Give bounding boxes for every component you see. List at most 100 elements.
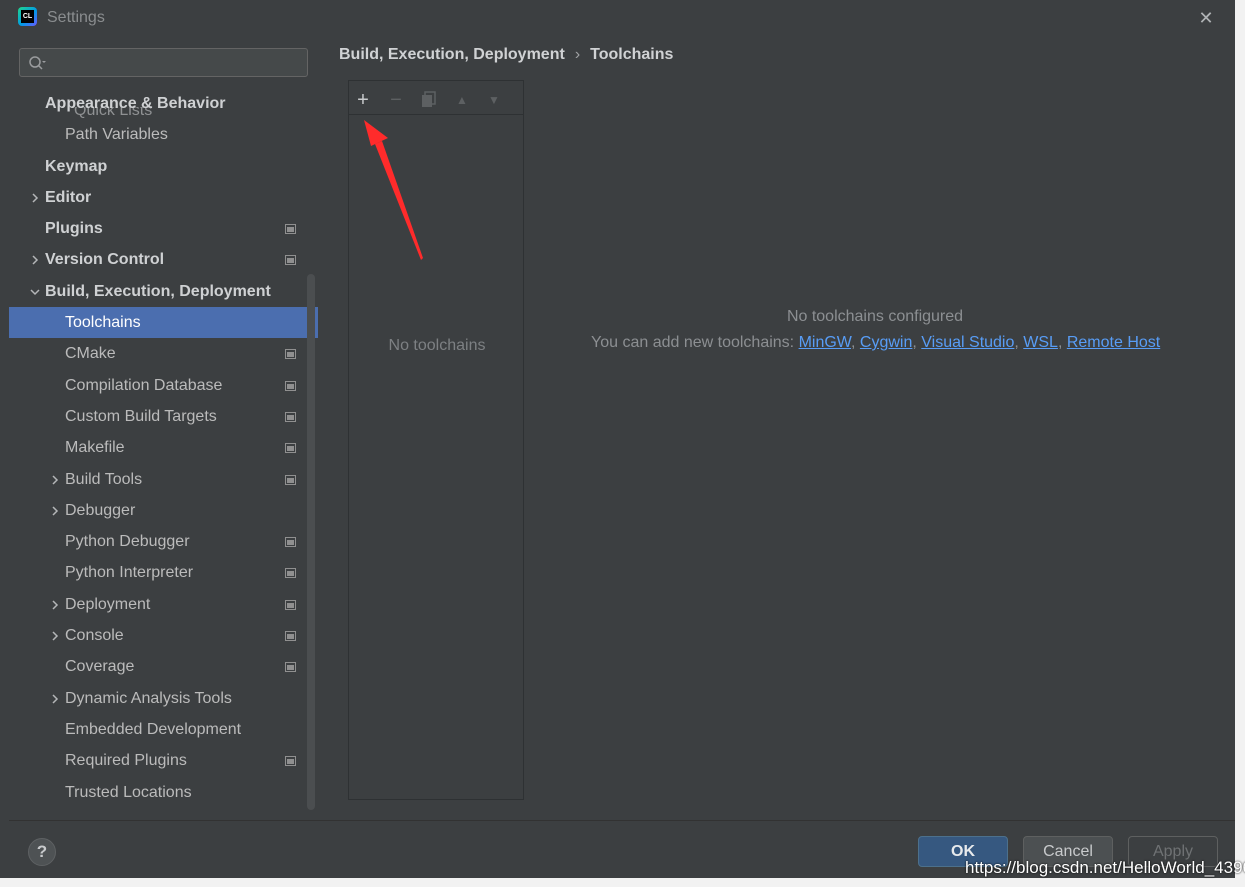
sidebar-item-label: Path Variables — [65, 126, 168, 144]
sidebar-item-plugins[interactable]: Plugins — [9, 213, 318, 244]
sidebar-item-coverage[interactable]: Coverage — [9, 651, 318, 682]
breadcrumb-current: Toolchains — [590, 46, 674, 63]
empty-state-hint: You can add new toolchains: MinGW, Cygwi… — [591, 334, 1160, 352]
project-level-icon — [285, 537, 296, 548]
search-input[interactable] — [54, 53, 299, 73]
project-level-icon — [285, 756, 296, 767]
link-visual-studio[interactable]: Visual Studio — [921, 334, 1014, 351]
window-title: Settings — [47, 9, 105, 26]
project-level-icon — [285, 443, 296, 454]
sidebar-item-console[interactable]: Console — [9, 620, 318, 651]
link-wsl[interactable]: WSL — [1023, 334, 1058, 351]
sidebar-item-required-plugins[interactable]: Required Plugins — [9, 745, 318, 776]
sidebar-item-label: Build Tools — [65, 470, 143, 488]
empty-state-title: No toolchains configured — [786, 308, 964, 325]
project-level-icon — [285, 662, 296, 673]
sidebar-item-label: Appearance & Behavior — [45, 95, 226, 112]
project-level-icon — [285, 380, 296, 391]
sidebar-item-python-interpreter[interactable]: Python Interpreter — [9, 557, 318, 588]
sidebar-item-custom-build-targets[interactable]: Custom Build Targets — [9, 401, 318, 432]
chevron-right-icon[interactable] — [49, 474, 61, 486]
sidebar-item-dynamic-analysis-tools[interactable]: Dynamic Analysis Tools — [9, 683, 318, 714]
move-up-icon[interactable]: ▲ — [448, 86, 476, 114]
sidebar-item-label: Python Interpreter — [65, 564, 194, 582]
watermark: https://blog.csdn.net/HelloWorld_4396 — [965, 858, 1245, 877]
sidebar-item-label: Python Debugger — [65, 533, 190, 551]
title-bar: CL Settings ✕ — [9, 0, 1235, 36]
link-separator: , — [1057, 334, 1067, 351]
chevron-right-icon[interactable] — [49, 693, 61, 705]
sidebar-item-label: Debugger — [65, 501, 136, 519]
sidebar-item-appearance-behavior[interactable]: Appearance & Behavior — [9, 88, 318, 119]
close-icon[interactable]: ✕ — [1194, 6, 1218, 30]
sidebar-item-trusted-locations[interactable]: Trusted Locations — [9, 777, 318, 808]
chevron-right-icon[interactable] — [29, 192, 41, 204]
sidebar-item-deployment[interactable]: Deployment — [9, 589, 318, 620]
breadcrumb: Build, Execution, Deployment › Toolchains — [339, 46, 673, 64]
project-level-icon — [285, 599, 296, 610]
sidebar-item-embedded-development[interactable]: Embedded Development — [9, 714, 318, 745]
sidebar-item-label: Plugins — [45, 220, 103, 238]
chevron-down-icon[interactable] — [29, 286, 41, 298]
link-separator: , — [912, 334, 922, 351]
breadcrumb-separator: › — [574, 46, 581, 63]
search-icon — [29, 56, 46, 70]
background-window-strip — [1235, 0, 1245, 887]
sidebar-item-label: CMake — [65, 345, 116, 363]
help-button[interactable]: ? — [28, 838, 56, 866]
link-remote-host[interactable]: Remote Host — [1067, 334, 1160, 351]
settings-sidebar: Quick Lists Appearance & Behavior Path Va… — [9, 36, 318, 820]
project-level-icon — [285, 349, 296, 360]
link-mingw[interactable]: MinGW — [799, 334, 851, 351]
sidebar-item-label: Coverage — [65, 658, 135, 676]
background-window-bottom — [0, 878, 1245, 887]
link-separator: , — [1014, 334, 1024, 351]
settings-tree: Appearance & Behavior Path Variables Keyma… — [9, 88, 318, 808]
chevron-right-icon[interactable] — [29, 254, 41, 266]
project-level-icon — [285, 631, 296, 642]
sidebar-item-path-variables[interactable]: Path Variables — [9, 119, 318, 150]
sidebar-item-label: Console — [65, 627, 124, 645]
sidebar-item-label: Deployment — [65, 595, 151, 613]
sidebar-item-compilation-database[interactable]: Compilation Database — [9, 370, 318, 401]
clion-logo-icon: CL — [18, 7, 37, 26]
sidebar-item-keymap[interactable]: Keymap — [9, 151, 318, 182]
sidebar-item-cmake[interactable]: CMake — [9, 338, 318, 369]
move-down-icon[interactable]: ▼ — [480, 86, 508, 114]
sidebar-item-label: Compilation Database — [65, 376, 223, 394]
sidebar-item-label: Embedded Development — [65, 720, 242, 738]
sidebar-item-makefile[interactable]: Makefile — [9, 432, 318, 463]
sidebar-item-label: Editor — [45, 188, 92, 206]
settings-dialog: CL Settings ✕ Quick Lists Appearance & B… — [9, 0, 1235, 878]
red-arrow-annotation — [364, 120, 423, 260]
sidebar-item-label: Required Plugins — [65, 752, 187, 770]
link-cygwin[interactable]: Cygwin — [860, 334, 912, 351]
sidebar-item-toolchains[interactable]: Toolchains — [9, 307, 318, 339]
sidebar-item-label: Version Control — [45, 251, 165, 269]
chevron-right-icon[interactable] — [49, 505, 61, 517]
sidebar-item-build-execution-deployment[interactable]: Build, Execution, Deployment — [9, 276, 318, 307]
project-level-icon — [285, 255, 296, 266]
project-level-icon — [285, 474, 296, 485]
sidebar-scrollbar[interactable] — [307, 274, 315, 810]
sidebar-item-label: Keymap — [45, 157, 108, 175]
sidebar-item-label: Makefile — [65, 439, 125, 457]
sidebar-item-label: Build, Execution, Deployment — [45, 282, 271, 300]
chevron-right-icon[interactable] — [49, 630, 61, 642]
chevron-right-icon[interactable] — [49, 599, 61, 611]
sidebar-item-version-control[interactable]: Version Control — [9, 244, 318, 275]
search-field[interactable] — [19, 48, 308, 77]
sidebar-item-debugger[interactable]: Debugger — [9, 495, 318, 526]
sidebar-item-label: Dynamic Analysis Tools — [65, 689, 232, 707]
logo-text: CL — [21, 10, 34, 23]
breadcrumb-parent[interactable]: Build, Execution, Deployment — [339, 46, 565, 63]
list-empty-text: No toolchains — [388, 337, 486, 354]
sidebar-item-python-debugger[interactable]: Python Debugger — [9, 526, 318, 557]
sidebar-item-label: Custom Build Targets — [65, 407, 217, 425]
toolchains-panel: Build, Execution, Deployment › Toolchains … — [318, 36, 1235, 820]
empty-state-prefix: You can add new toolchains: — [591, 334, 795, 351]
sidebar-item-label: Trusted Locations — [65, 783, 192, 801]
sidebar-item-build-tools[interactable]: Build Tools — [9, 464, 318, 495]
sidebar-item-editor[interactable]: Editor — [9, 182, 318, 213]
project-level-icon — [285, 568, 296, 579]
